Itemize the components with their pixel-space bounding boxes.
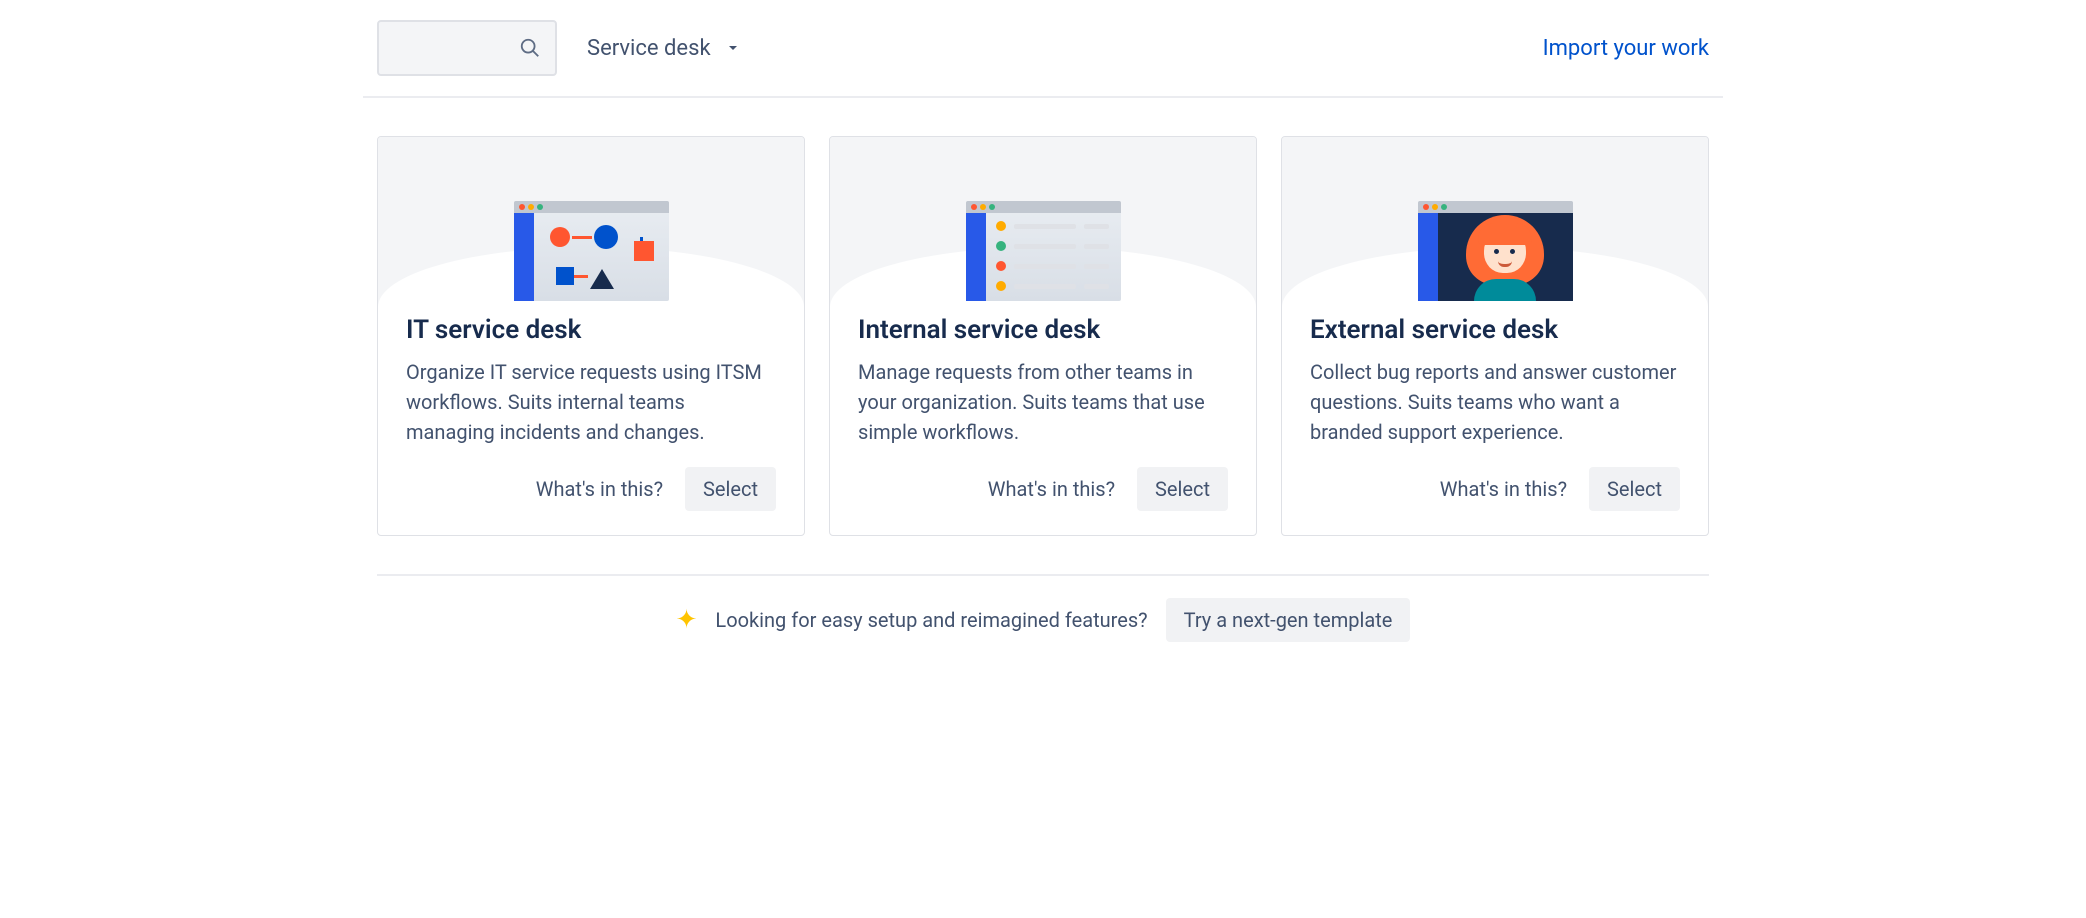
template-card-internal-service-desk: Internal service desk Manage requests fr… [829,136,1257,536]
chevron-down-icon [725,40,741,56]
template-card-external-service-desk: External service desk Collect bug report… [1281,136,1709,536]
whats-in-this-link[interactable]: What's in this? [1440,477,1567,501]
template-illustration [830,137,1256,307]
topbar: Service desk Import your work [363,0,1723,98]
try-next-gen-button[interactable]: Try a next-gen template [1166,598,1411,642]
select-button[interactable]: Select [685,467,776,511]
template-title: Internal service desk [858,315,1228,345]
template-description: Manage requests from other teams in your… [858,357,1228,447]
whats-in-this-link[interactable]: What's in this? [988,477,1115,501]
category-filter-label: Service desk [587,36,711,61]
next-gen-footer: ✦ Looking for easy setup and reimagined … [377,574,1709,682]
template-illustration [1282,137,1708,307]
sparkle-icon: ✦ [676,607,698,633]
search-input[interactable] [377,20,557,76]
template-card-it-service-desk: IT service desk Organize IT service requ… [377,136,805,536]
template-title: IT service desk [406,315,776,345]
category-filter-dropdown[interactable]: Service desk [581,30,747,67]
import-your-work-link[interactable]: Import your work [1543,36,1709,61]
template-description: Collect bug reports and answer customer … [1310,357,1680,447]
select-button[interactable]: Select [1137,467,1228,511]
search-icon [519,37,541,59]
select-button[interactable]: Select [1589,467,1680,511]
whats-in-this-link[interactable]: What's in this? [536,477,663,501]
template-title: External service desk [1310,315,1680,345]
next-gen-prompt-text: Looking for easy setup and reimagined fe… [715,608,1147,632]
template-cards: IT service desk Organize IT service requ… [363,98,1723,574]
template-description: Organize IT service requests using ITSM … [406,357,776,447]
template-illustration [378,137,804,307]
